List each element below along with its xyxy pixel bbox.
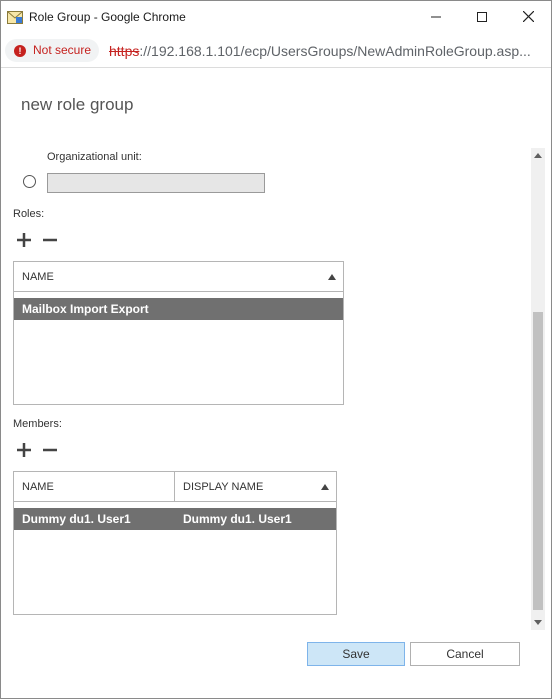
page-title: new role group (21, 95, 134, 114)
sort-ascending-icon (321, 484, 329, 490)
minus-icon (43, 238, 57, 242)
url-field[interactable]: https://192.168.1.101/ecp/UsersGroups/Ne… (109, 43, 531, 59)
table-row[interactable]: Mailbox Import Export (14, 298, 343, 320)
scrollbar-thumb[interactable] (533, 312, 543, 610)
members-col-display-name[interactable]: DISPLAY NAME (175, 472, 336, 502)
minimize-button[interactable] (413, 1, 459, 35)
members-add-button[interactable] (16, 443, 32, 457)
member-name-cell: Dummy du1. User1 (22, 512, 131, 526)
close-button[interactable] (505, 1, 551, 35)
org-unit-label: Organizational unit: (47, 151, 142, 163)
sort-ascending-icon (328, 274, 336, 280)
roles-col-name[interactable]: NAME (14, 262, 343, 292)
maximize-icon (477, 9, 487, 27)
url-scheme: https (109, 43, 140, 59)
security-status: Not secure (33, 43, 92, 57)
roles-grid-header: NAME (14, 262, 343, 292)
members-col-display-name-label: DISPLAY NAME (183, 481, 264, 493)
scroll-up-arrow-icon[interactable] (534, 153, 542, 158)
roles-label: Roles: (13, 208, 45, 220)
role-name-cell: Mailbox Import Export (22, 302, 149, 316)
members-col-name-label: NAME (22, 481, 54, 493)
org-unit-field[interactable] (47, 173, 265, 193)
not-secure-icon: ! (14, 45, 26, 57)
cancel-button[interactable]: Cancel (410, 642, 520, 666)
members-label: Members: (13, 418, 62, 430)
address-bar: ! Not secure https://192.168.1.101/ecp/U… (1, 35, 551, 68)
members-toolbar (16, 443, 60, 457)
save-button[interactable]: Save (307, 642, 405, 666)
security-chip[interactable]: ! Not secure (5, 39, 99, 62)
roles-toolbar (16, 233, 60, 247)
members-grid: NAME DISPLAY NAME Dummy du1. User1 Dummy… (13, 471, 337, 615)
members-grid-header: NAME DISPLAY NAME (14, 472, 336, 502)
plus-icon (17, 443, 31, 457)
members-col-name[interactable]: NAME (14, 472, 175, 502)
scroll-down-arrow-icon[interactable] (534, 620, 542, 625)
roles-add-button[interactable] (16, 233, 32, 247)
mail-envelope-icon (7, 11, 23, 24)
roles-col-name-label: NAME (22, 271, 54, 283)
members-remove-button[interactable] (42, 443, 58, 457)
browser-window: Role Group - Google Chrome ! Not secure … (0, 0, 552, 699)
close-icon (522, 9, 534, 27)
org-unit-radio[interactable] (23, 175, 36, 188)
table-row[interactable]: Dummy du1. User1 Dummy du1. User1 (14, 508, 336, 530)
member-display-name-cell: Dummy du1. User1 (183, 512, 292, 526)
minus-icon (43, 448, 57, 452)
url-path: ://192.168.1.101/ecp/UsersGroups/NewAdmi… (139, 43, 531, 59)
vertical-scrollbar[interactable] (531, 148, 545, 630)
roles-remove-button[interactable] (42, 233, 58, 247)
title-bar: Role Group - Google Chrome (1, 1, 551, 35)
minimize-icon (431, 9, 441, 27)
window-title: Role Group - Google Chrome (29, 10, 186, 24)
maximize-button[interactable] (459, 1, 505, 35)
roles-grid: NAME Mailbox Import Export (13, 261, 344, 405)
plus-icon (17, 233, 31, 247)
